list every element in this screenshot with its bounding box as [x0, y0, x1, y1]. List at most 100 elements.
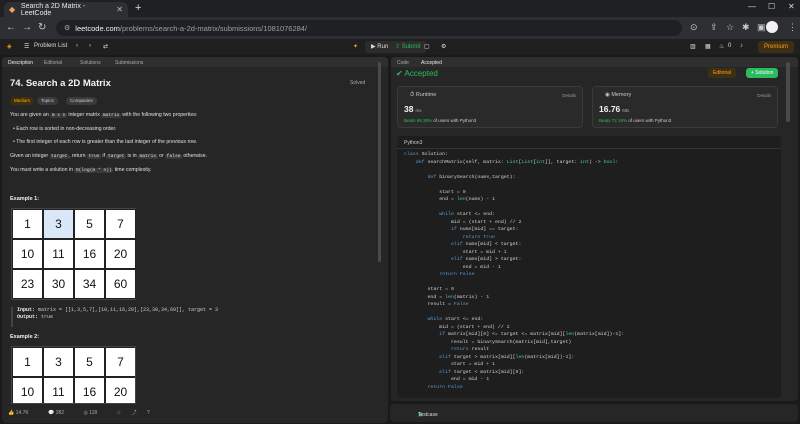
- left-scrollbar[interactable]: [378, 62, 381, 262]
- address-bar[interactable]: ⚙ leetcode.com/problems/search-a-2d-matr…: [56, 20, 682, 36]
- matrix-cell: 1: [12, 347, 43, 377]
- google-lens-icon[interactable]: ⊙: [690, 22, 698, 33]
- matrix-cell: 10: [12, 239, 43, 269]
- matrix-cell: 20: [105, 377, 135, 403]
- comments-button[interactable]: 💬 382: [48, 410, 73, 416]
- problem-list-icon[interactable]: ☰: [24, 43, 29, 50]
- leetcode-header: ◈ ☰ Problem List ‹ › ⇄ ✦ ▶ Run ⇧ Submit …: [0, 39, 800, 55]
- new-tab-button[interactable]: +: [135, 2, 141, 14]
- leetcode-favicon-icon: ◆: [9, 4, 16, 14]
- discuss-button[interactable]: ◎ 118: [83, 410, 106, 416]
- browser-tab[interactable]: ◆ Search a 2D Matrix - LeetCode ✕: [4, 2, 128, 17]
- example-2-heading: Example 2:: [10, 334, 40, 340]
- companies-chip[interactable]: Companies: [66, 97, 97, 105]
- layout-grid-icon[interactable]: ▦: [705, 43, 711, 50]
- premium-button[interactable]: Premium: [758, 41, 795, 53]
- help-icon[interactable]: ?: [147, 410, 150, 416]
- maximize-icon[interactable]: ☐: [768, 2, 775, 11]
- example-1-matrix: 1 3 5 7 10 11 16 20 23 30 34 60: [11, 208, 136, 300]
- solved-status: Solved: [350, 80, 366, 86]
- example-1-heading: Example 1:: [10, 196, 40, 202]
- memory-beats: Beats 72.18% of users with Python3: [599, 118, 672, 123]
- share-icon[interactable]: ⇪: [710, 22, 718, 33]
- matrix-cell: 20: [105, 239, 136, 269]
- description-paragraph-3: You must write a solution in O(log(m * n…: [10, 167, 152, 173]
- matrix-cell: 5: [74, 347, 105, 377]
- right-scrollbar[interactable]: [786, 62, 790, 122]
- prev-problem-icon[interactable]: ‹: [76, 43, 78, 49]
- forward-icon[interactable]: →: [22, 22, 32, 33]
- browser-menu-icon[interactable]: ⋮: [788, 22, 797, 33]
- example-2-matrix: 1 3 5 7 10 11 16 20: [11, 346, 136, 404]
- difficulty-badge[interactable]: Medium: [10, 97, 35, 105]
- back-icon[interactable]: ←: [6, 22, 16, 33]
- runtime-beats: Beats 98.38% of users with Python3: [404, 118, 477, 123]
- streak-fire-icon[interactable]: ♨: [719, 43, 724, 50]
- notes-icon[interactable]: ▢: [424, 43, 430, 50]
- code-language: Python3: [404, 140, 423, 146]
- tab-title: Search a 2D Matrix - LeetCode: [20, 2, 86, 17]
- matrix-cell: 30: [43, 269, 74, 299]
- tab-description[interactable]: Description: [8, 60, 33, 66]
- tab-submissions[interactable]: Submissions: [115, 60, 143, 66]
- favorite-star-icon[interactable]: ☆: [117, 410, 121, 416]
- profile-avatar[interactable]: [766, 21, 778, 33]
- reload-icon[interactable]: ↻: [38, 22, 46, 33]
- tab-solutions[interactable]: Solutions: [80, 60, 101, 66]
- submit-label: Submit: [401, 44, 421, 50]
- close-window-icon[interactable]: ✕: [788, 2, 795, 11]
- notification-bell-icon[interactable]: ♪: [740, 43, 743, 49]
- settings-icon[interactable]: ⚙: [441, 43, 446, 50]
- matrix-cell: 11: [43, 239, 74, 269]
- testcase-panel[interactable]: ▣ Testcase: [390, 404, 798, 422]
- memory-details-link[interactable]: Details: [757, 93, 771, 98]
- bookmark-star-icon[interactable]: ☆: [726, 22, 734, 33]
- shuffle-icon[interactable]: ⇄: [103, 43, 108, 50]
- problem-title: 74. Search a 2D Matrix: [10, 78, 111, 89]
- memory-card[interactable]: ◉ Memory Details 16.76 MB Beats 72.18% of…: [592, 86, 778, 128]
- url-path: /problems/search-a-2d-matrix/submissions…: [119, 23, 308, 33]
- close-tab-icon[interactable]: ✕: [116, 5, 123, 14]
- memory-label: ◉ Memory: [605, 92, 632, 98]
- code-text: class Solution: def searchMatrix(self, m…: [404, 152, 625, 390]
- matrix-cell: 16: [74, 239, 105, 269]
- matrix-cell: 60: [105, 269, 136, 299]
- tab-code[interactable]: Code: [397, 60, 409, 66]
- browser-toolbar: ← → ↻ ⚙ leetcode.com/problems/search-a-2…: [0, 17, 800, 39]
- editorial-button[interactable]: Editorial: [708, 68, 737, 78]
- minimize-icon[interactable]: —: [748, 2, 756, 11]
- runtime-value: 38 ms: [404, 104, 422, 114]
- description-paragraph-2: Given an integer target, return true if …: [10, 153, 208, 159]
- like-button[interactable]: 👍 14.7K: [8, 410, 38, 416]
- runtime-details-link[interactable]: Details: [562, 93, 576, 98]
- matrix-cell: 1: [12, 209, 43, 239]
- upload-icon: ⇧: [395, 44, 402, 50]
- layout-icon[interactable]: ▥: [690, 43, 696, 50]
- divider: [397, 148, 781, 149]
- matrix-cell: 7: [105, 347, 135, 377]
- description-paragraph-1: You are given an m x n integer matrix ma…: [10, 112, 198, 118]
- solution-button[interactable]: + Solution: [746, 68, 779, 78]
- matrix-cell: 3: [43, 209, 74, 239]
- submit-button[interactable]: ⇧ Submit: [389, 41, 427, 53]
- topics-chip[interactable]: Topics: [37, 97, 58, 105]
- tab-editorial[interactable]: Editorial: [44, 60, 62, 66]
- runtime-card[interactable]: ⏱ Runtime Details 38 ms Beats 98.38% of u…: [397, 86, 583, 128]
- matrix-cell: 34: [74, 269, 105, 299]
- matrix-cell: 5: [74, 209, 105, 239]
- debug-icon[interactable]: ✦: [353, 43, 358, 50]
- site-info-icon[interactable]: ⚙: [64, 24, 70, 32]
- problem-list-link[interactable]: Problem List: [34, 43, 67, 49]
- property-bullet-2: • The first integer of each row is great…: [13, 139, 197, 145]
- share-link-icon[interactable]: ⤴: [131, 410, 136, 416]
- tab-accepted[interactable]: Accepted: [421, 60, 442, 66]
- extensions-icon[interactable]: ✱: [742, 22, 750, 33]
- leetcode-logo-icon[interactable]: ◈: [7, 43, 12, 50]
- description-tabs: Description Editorial Solutions Submissi…: [2, 57, 388, 67]
- next-problem-icon[interactable]: ›: [89, 43, 91, 49]
- sidepanel-icon[interactable]: ▣: [757, 22, 766, 33]
- property-bullet-1: • Each row is sorted in non-decreasing o…: [13, 126, 117, 132]
- streak-count: 0: [728, 43, 732, 49]
- example-1-io: Input: matrix = [[1,3,5,7],[10,11,16,20]…: [11, 307, 371, 327]
- matrix-cell: 11: [43, 377, 74, 403]
